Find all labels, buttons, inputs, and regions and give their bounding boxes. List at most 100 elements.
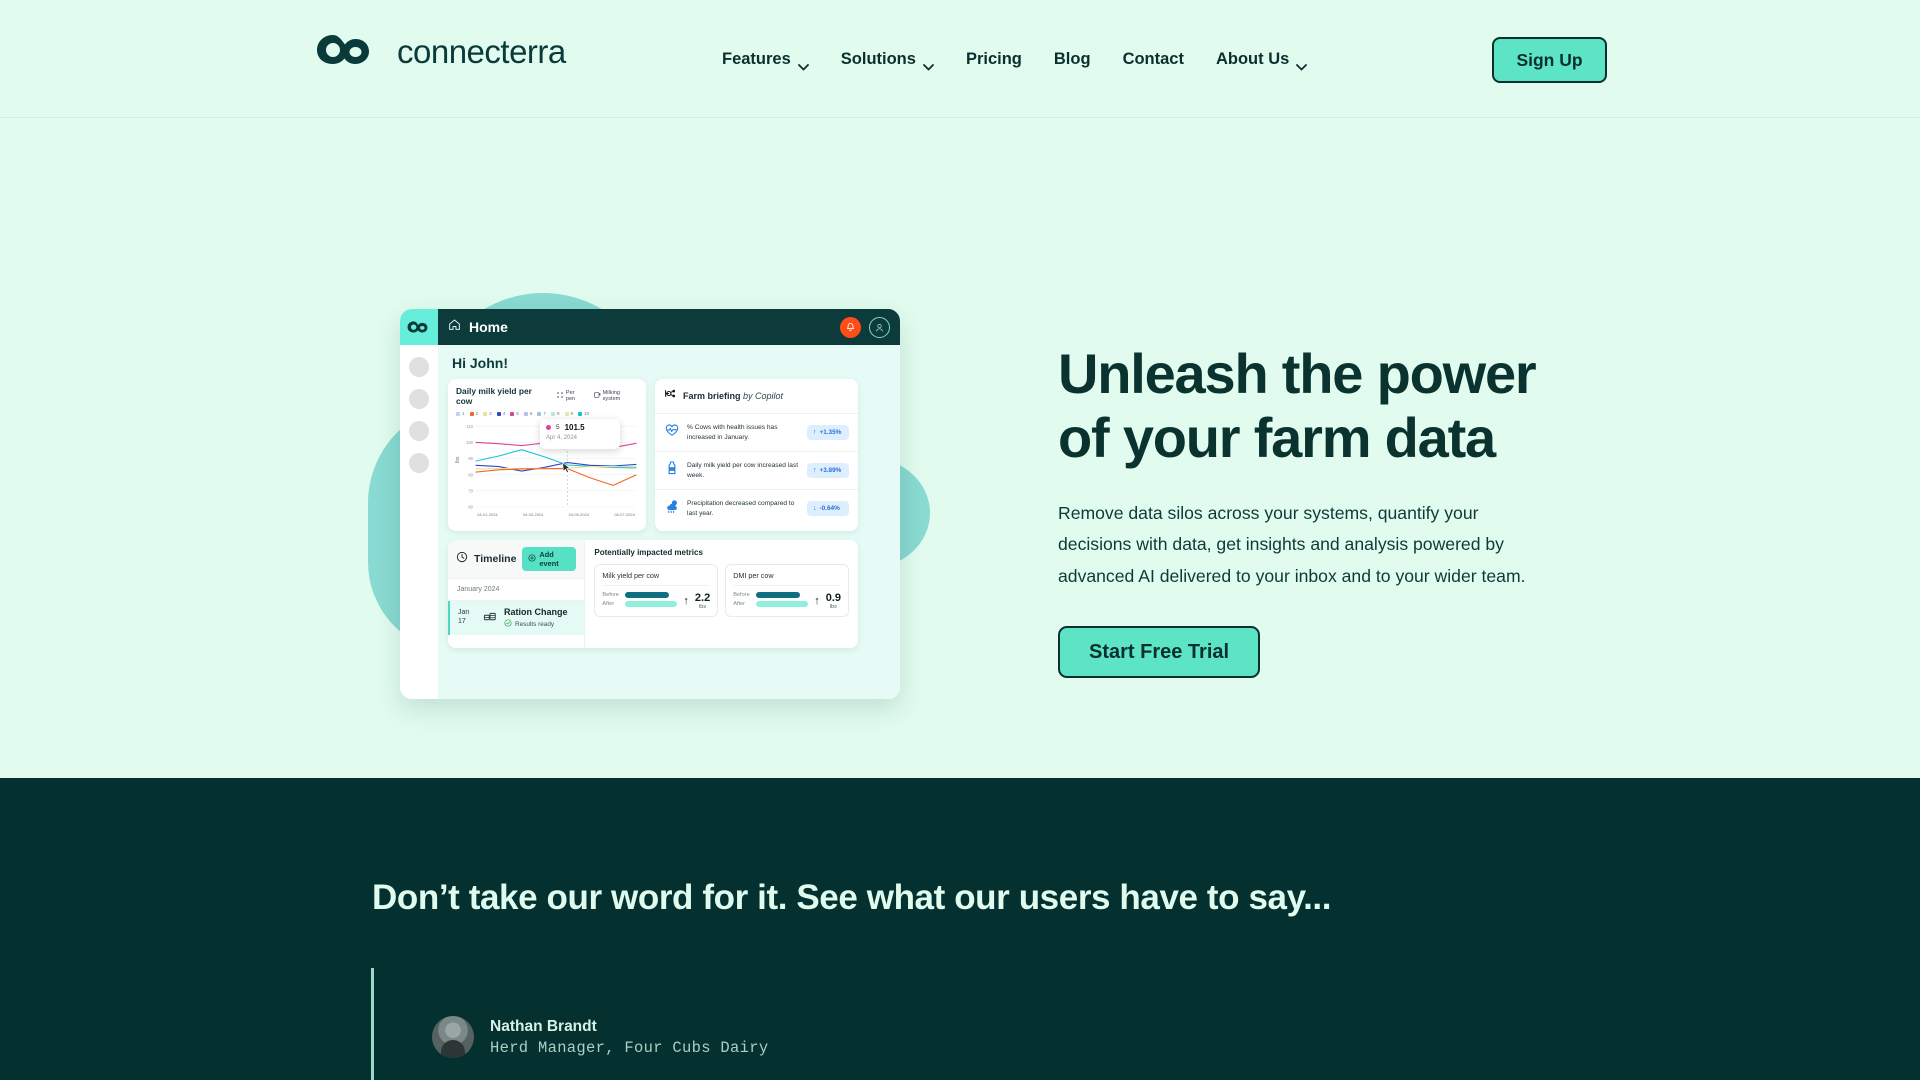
precipitation-icon [664, 498, 680, 519]
sidebar-nav-dot[interactable] [409, 357, 429, 377]
nav-label: About Us [1215, 50, 1290, 68]
svg-text:100: 100 [466, 440, 474, 445]
site-header: connecterra Features Solutions Pricing B… [0, 0, 1920, 118]
svg-text:110: 110 [466, 424, 473, 429]
dashboard-mockup: Home Hi John! Daily milk yield per cow P… [360, 293, 980, 768]
svg-text:70: 70 [468, 488, 473, 493]
bell-icon[interactable] [840, 316, 861, 338]
legend-entry[interactable]: 5 [510, 411, 519, 416]
page-title: Unleash the power of your farm data [1058, 342, 1578, 470]
copilot-icon [664, 387, 677, 405]
legend-entry[interactable]: 4 [496, 411, 505, 416]
start-free-trial-button[interactable]: Start Free Trial [1058, 626, 1261, 679]
timeline-event-item[interactable]: Jan 17 Ration Change Results ready [448, 601, 585, 635]
app-window: Home Hi John! Daily milk yield per cow P… [400, 309, 900, 699]
svg-text:90: 90 [468, 456, 473, 461]
farm-briefing-card: Farm briefing by Copilot % Cows with hea… [655, 379, 858, 531]
testimonial-quote-block: Nathan Brandt Herd Manager, Four Cubs Da… [371, 968, 768, 1080]
milking-system-icon [593, 391, 601, 401]
add-event-button[interactable]: Add event [522, 547, 577, 571]
briefing-text: % Cows with health issues has increased … [687, 423, 778, 441]
nav-item-blog[interactable]: Blog [1038, 50, 1107, 69]
hero-heading-line-2: of your farm data [1058, 405, 1496, 469]
legend-entry[interactable]: 10 [578, 411, 589, 416]
briefing-text: Daily milk yield per cow increased last … [687, 461, 799, 479]
brand-name: connecterra [397, 32, 566, 70]
person-photo-avatar [432, 1016, 474, 1058]
nav-item-pricing[interactable]: Pricing [950, 50, 1038, 69]
timeline-month-label: January 2024 [448, 579, 585, 601]
legend-entry[interactable]: 7 [537, 411, 546, 416]
chart-y-axis-label: lbs [455, 456, 461, 463]
connecterra-cloud-logo-icon [400, 309, 438, 345]
greeting-text: Hi John! [452, 355, 508, 371]
legend-entry[interactable]: 8 [550, 411, 560, 416]
author-role: Herd Manager, Four Cubs Dairy [490, 1038, 769, 1057]
nav-item-features[interactable]: Features [706, 50, 825, 71]
sidebar-nav-dot[interactable] [409, 421, 429, 441]
chart-control-label: Milking system [602, 390, 621, 402]
nav-item-about-us[interactable]: About Us [1200, 50, 1323, 71]
feed-ration-icon [483, 609, 497, 627]
main-navigation: Features Solutions Pricing Blog Contact … [706, 50, 1323, 71]
briefing-delta-badge: ↓ -0.64% [807, 501, 849, 516]
app-content: Hi John! Daily milk yield per cow Per pe… [438, 345, 900, 699]
user-avatar-icon[interactable] [869, 316, 890, 338]
briefing-row[interactable]: % Cows with health issues has increased … [655, 414, 858, 452]
briefing-delta-value: +1.35% [819, 429, 842, 436]
grid-dots-icon [556, 391, 564, 401]
chevron-down-icon [797, 57, 809, 71]
nav-item-solutions[interactable]: Solutions [825, 50, 950, 71]
add-event-label: Add event [539, 550, 559, 568]
metric-unit: lbs [698, 604, 707, 610]
svg-text:60: 60 [468, 505, 473, 510]
chart-control-label: Per pen [565, 390, 576, 402]
app-page-title: Home [469, 319, 508, 335]
hero-section: Home Hi John! Daily milk yield per cow P… [0, 118, 1920, 777]
svg-text:04-05-2024: 04-05-2024 [569, 512, 590, 517]
metric-after-label: After [602, 601, 615, 607]
metric-after-label: After [733, 601, 746, 607]
chart-control-per-pen[interactable]: Per pen [556, 390, 585, 402]
nav-item-contact[interactable]: Contact [1107, 50, 1200, 69]
chart-card: Daily milk yield per cow Per pen Milking… [448, 379, 646, 531]
briefing-delta-badge: ↑ +1.35% [807, 425, 849, 440]
metric-card: Milk yield per cow Before After ↑ 2.2 lb… [594, 564, 719, 617]
sidebar-nav-dot[interactable] [409, 453, 429, 473]
metric-name: Milk yield per cow [602, 571, 711, 586]
testimonials-section [0, 778, 1920, 1080]
arrow-up-icon: ↑ [813, 467, 817, 474]
hero-heading-line-1: Unleash the power [1058, 342, 1537, 405]
arrow-up-icon: ↑ [814, 595, 820, 607]
author-name: Nathan Brandt [490, 1017, 597, 1035]
hero-copy: Unleash the power of your farm data Remo… [1058, 342, 1578, 679]
briefing-row[interactable]: Daily milk yield per cow increased last … [655, 452, 858, 490]
arrow-up-icon: ↑ [813, 429, 817, 436]
tooltip-value: 101.5 [564, 423, 585, 432]
svg-text:04-01-2024: 04-01-2024 [477, 512, 498, 517]
mouse-cursor-icon [562, 461, 571, 479]
metric-after-bar [625, 601, 678, 607]
legend-entry[interactable]: 9 [564, 411, 573, 416]
milk-bottle-icon [664, 460, 680, 481]
chart-control-milking-system[interactable]: Milking system [593, 390, 638, 402]
nav-label: Features [722, 50, 791, 68]
clock-icon [456, 550, 468, 568]
nav-label: Blog [1053, 50, 1091, 68]
briefing-row[interactable]: Precipitation decreased compared to last… [655, 490, 858, 527]
legend-entry[interactable]: 1 [456, 411, 465, 416]
arrow-down-icon: ↓ [813, 505, 817, 512]
legend-entry[interactable]: 2 [469, 411, 478, 416]
chart-tooltip: 5 101.5 Apr 4, 2024 [540, 419, 620, 449]
timeline-event-name: Ration Change [504, 607, 568, 617]
brand-logo[interactable]: connecterra [313, 27, 566, 75]
sign-up-button[interactable]: Sign Up [1492, 37, 1607, 83]
metric-before-label: Before [733, 592, 750, 598]
metric-before-label: Before [602, 592, 619, 598]
svg-text:04-03-2024: 04-03-2024 [523, 512, 544, 517]
briefing-delta-badge: ↑ +3.89% [807, 463, 849, 478]
legend-entry[interactable]: 3 [483, 411, 492, 416]
legend-entry[interactable]: 6 [523, 411, 532, 416]
sidebar-nav-dot[interactable] [409, 389, 429, 409]
metric-unit: lbs [829, 604, 837, 610]
